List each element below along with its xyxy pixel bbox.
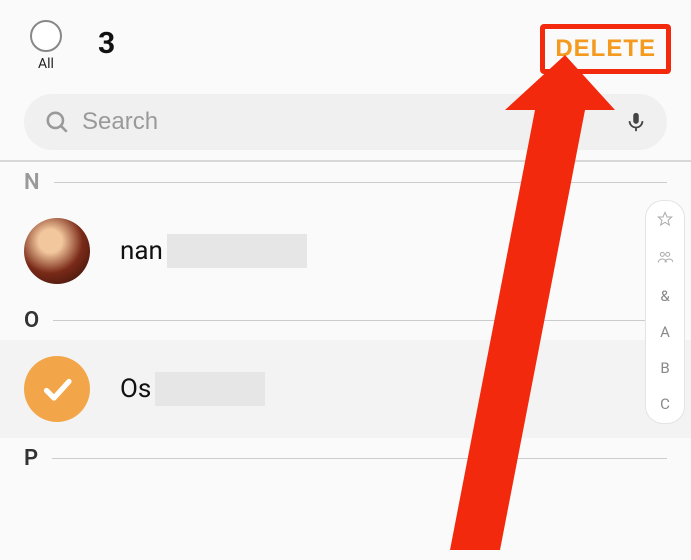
search-row: [0, 88, 691, 160]
search-field[interactable]: [24, 94, 667, 150]
header: All 3 DELETE: [0, 0, 691, 88]
search-input[interactable]: [82, 108, 613, 136]
index-letter-b[interactable]: B: [660, 359, 669, 377]
section-letter: P: [24, 446, 38, 471]
avatar: [24, 218, 90, 284]
contact-name: nan: [120, 236, 163, 266]
alpha-index[interactable]: & A B C: [645, 200, 685, 424]
select-all[interactable]: All: [30, 20, 62, 72]
section-letter: O: [24, 308, 39, 333]
index-symbol[interactable]: &: [660, 287, 669, 305]
section-header-o: O: [0, 300, 691, 340]
redacted-text: [155, 372, 265, 406]
contact-row[interactable]: nan: [0, 202, 691, 300]
mic-icon[interactable]: [625, 108, 647, 136]
select-all-label: All: [38, 56, 54, 72]
index-letter-a[interactable]: A: [660, 323, 670, 341]
index-letter-c[interactable]: C: [660, 395, 670, 413]
redacted-text: [167, 234, 307, 268]
delete-highlight-box: DELETE: [540, 24, 671, 74]
section-header-p: P: [0, 438, 691, 478]
index-favorites-icon[interactable]: [657, 211, 673, 231]
section-header-n: N: [0, 162, 691, 202]
selected-check-icon[interactable]: [24, 356, 90, 422]
contact-row[interactable]: Os: [0, 340, 691, 438]
contact-list: N nan O Os P: [0, 162, 691, 478]
contact-name: Os: [120, 374, 151, 404]
delete-button[interactable]: DELETE: [555, 35, 656, 63]
selected-count: 3: [98, 26, 115, 61]
index-groups-icon[interactable]: [657, 249, 673, 269]
section-letter: N: [24, 170, 40, 195]
search-icon: [44, 109, 70, 135]
select-all-radio[interactable]: [30, 20, 62, 52]
